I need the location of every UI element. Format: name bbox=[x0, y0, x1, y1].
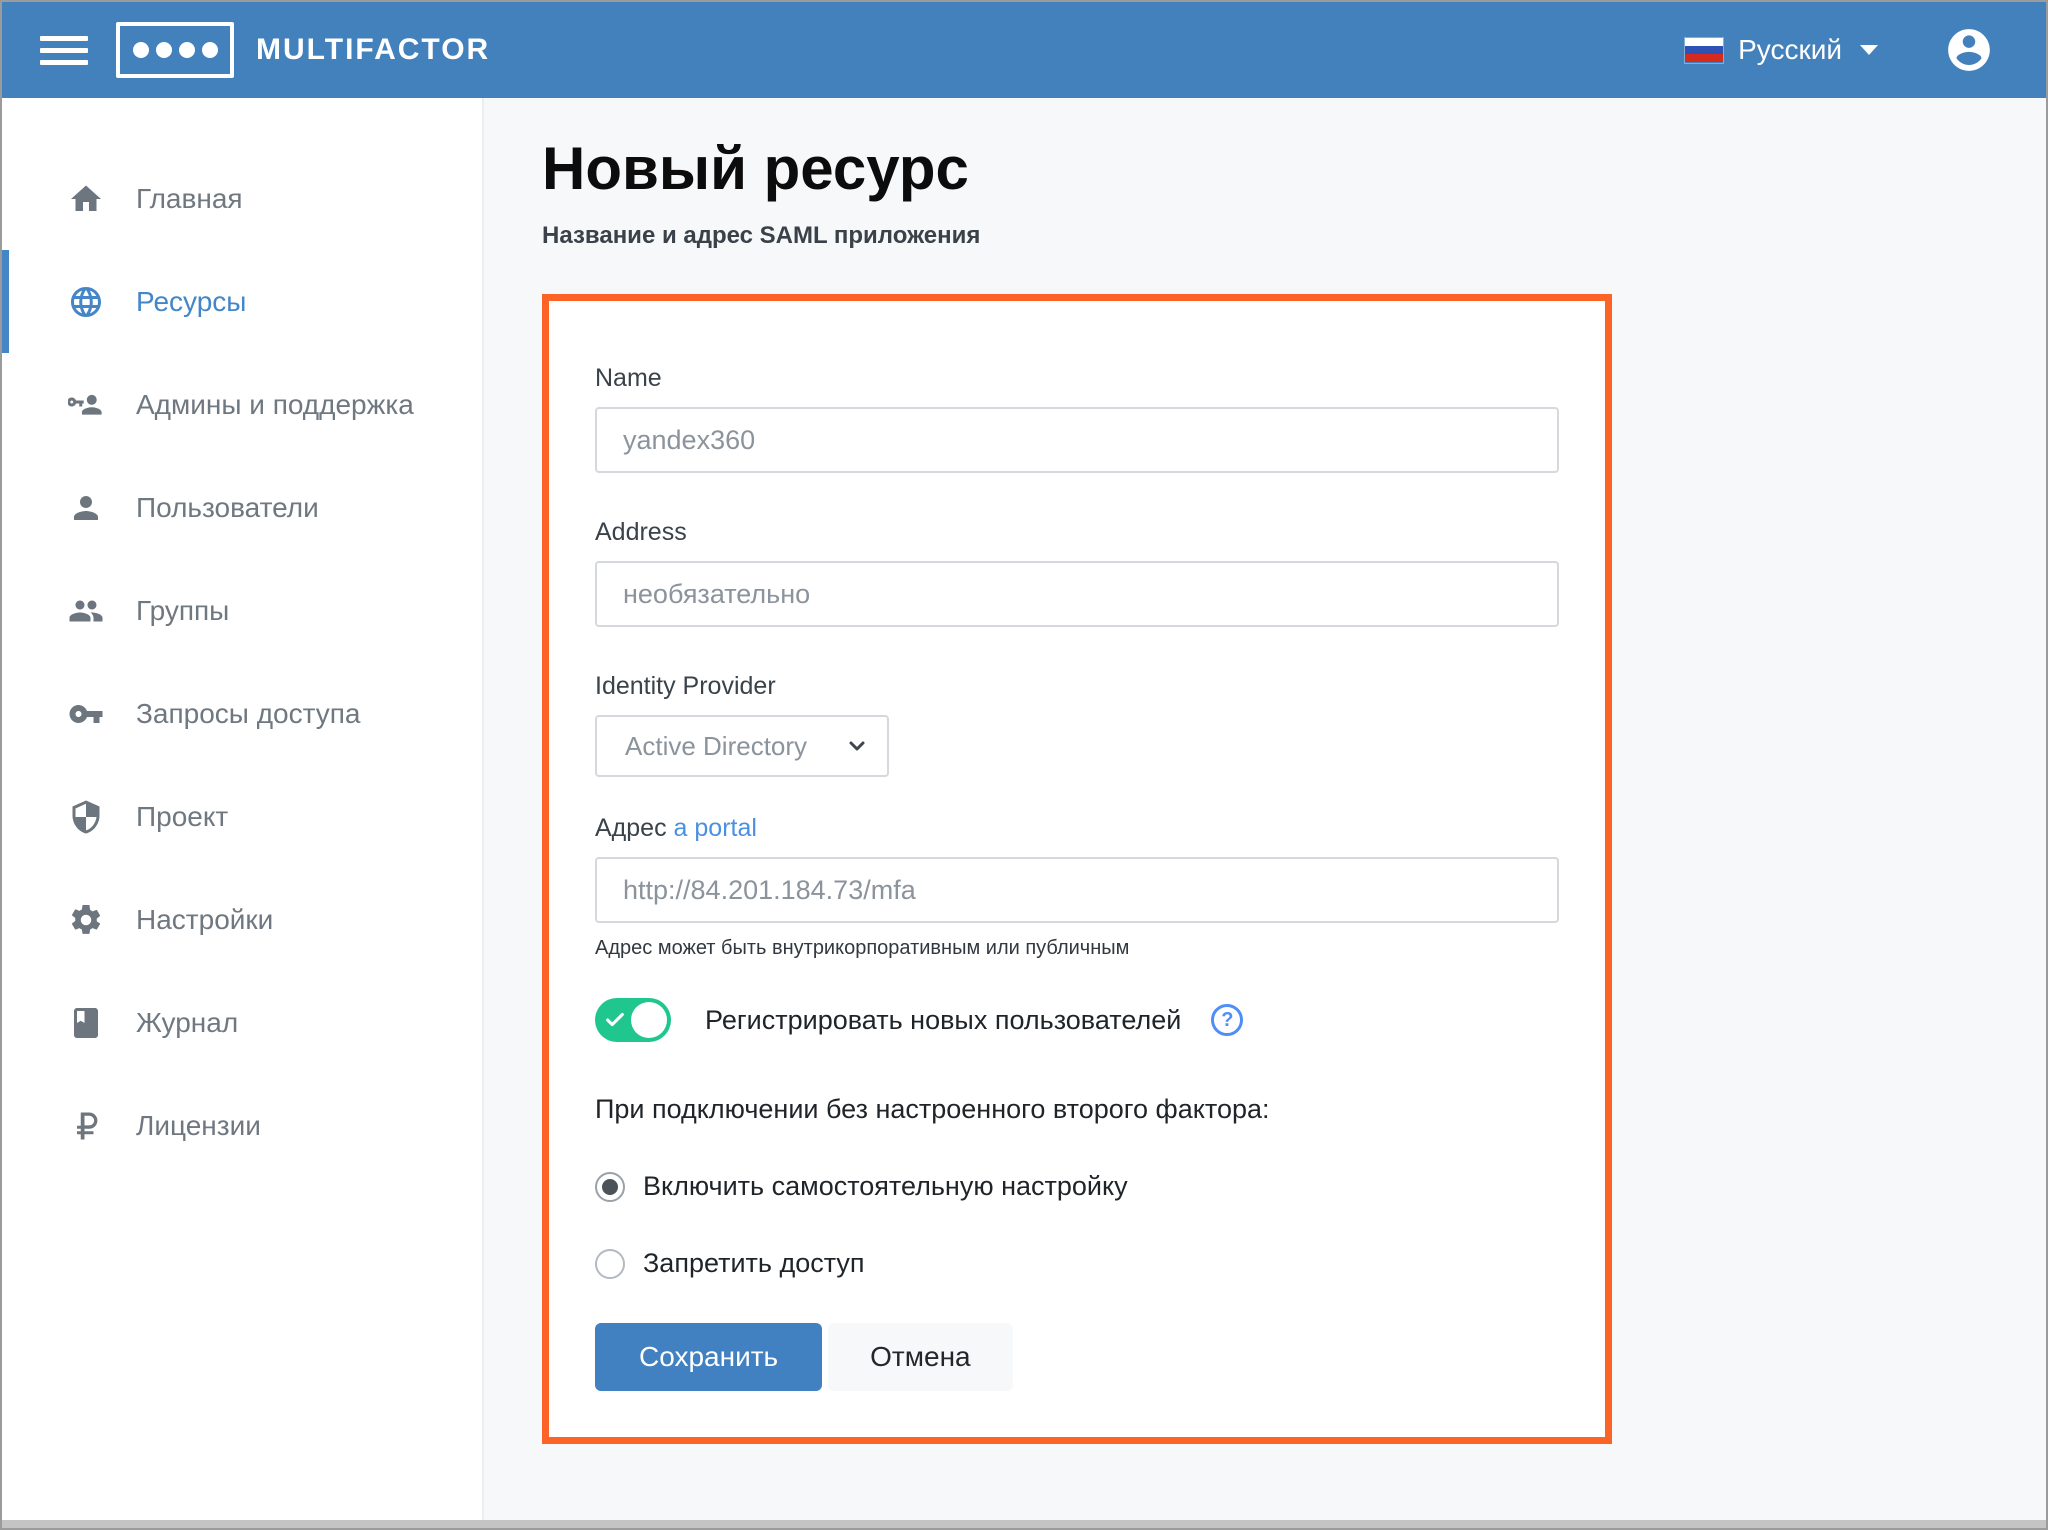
sidebar-item-groups[interactable]: Группы bbox=[2, 559, 482, 662]
sidebar-item-label: Лицензии bbox=[136, 1110, 261, 1142]
page-subtitle: Название и адрес SAML приложения bbox=[542, 222, 2046, 250]
sidebar-item-label: Настройки bbox=[136, 904, 273, 936]
register-users-toggle[interactable] bbox=[595, 998, 671, 1042]
sidebar-item-label: Ресурсы bbox=[136, 286, 246, 318]
radio-selected-icon bbox=[595, 1172, 625, 1202]
name-label: Name bbox=[595, 363, 1559, 393]
sidebar-item-resources[interactable]: Ресурсы bbox=[2, 250, 482, 353]
brand-title: MULTIFACTOR bbox=[256, 33, 490, 67]
address-label: Address bbox=[595, 517, 1559, 547]
help-icon[interactable]: ? bbox=[1211, 1004, 1243, 1036]
chevron-down-icon bbox=[845, 734, 869, 758]
sidebar-item-label: Проект bbox=[136, 801, 228, 833]
identity-provider-label: Identity Provider bbox=[595, 671, 1559, 701]
identity-provider-select[interactable]: Active Directory bbox=[595, 715, 889, 777]
journal-icon bbox=[68, 1005, 104, 1041]
sidebar-item-label: Главная bbox=[136, 183, 243, 215]
user-icon bbox=[68, 490, 104, 526]
ruble-icon bbox=[68, 1108, 104, 1144]
shield-icon bbox=[68, 799, 104, 835]
active-indicator bbox=[2, 250, 9, 353]
radio-option-deny-access[interactable]: Запретить доступ bbox=[595, 1248, 1559, 1279]
url-hint: Адрес может быть внутрикорпоративным или… bbox=[595, 937, 1559, 960]
app-window: MULTIFACTOR Русский Главная Ресур bbox=[0, 0, 2048, 1530]
sidebar-item-access-requests[interactable]: Запросы доступа bbox=[2, 662, 482, 765]
second-factor-question: При подключении без настроенного второго… bbox=[595, 1094, 1559, 1125]
url-label-prefix: Адрес bbox=[595, 814, 667, 842]
hamburger-menu-icon[interactable] bbox=[40, 36, 88, 65]
sidebar-item-label: Админы и поддержка bbox=[136, 389, 414, 421]
sidebar-item-main[interactable]: Главная bbox=[2, 147, 482, 250]
sidebar-item-label: Пользователи bbox=[136, 492, 319, 524]
radio-unselected-icon bbox=[595, 1249, 625, 1279]
sidebar-item-settings[interactable]: Настройки bbox=[2, 868, 482, 971]
address-input[interactable] bbox=[595, 561, 1559, 627]
sidebar-item-label: Журнал bbox=[136, 1007, 238, 1039]
top-bar: MULTIFACTOR Русский bbox=[2, 2, 2046, 98]
sidebar-item-project[interactable]: Проект bbox=[2, 765, 482, 868]
window-bottom-edge bbox=[2, 1520, 2046, 1528]
radio-label: Запретить доступ bbox=[643, 1248, 865, 1279]
language-label: Русский bbox=[1738, 34, 1842, 66]
register-toggle-label: Регистрировать новых пользователей bbox=[705, 1005, 1181, 1036]
sidebar-item-journal[interactable]: Журнал bbox=[2, 971, 482, 1074]
multifactor-logo-icon bbox=[116, 22, 234, 78]
account-button[interactable] bbox=[1944, 25, 1994, 75]
sidebar-item-admins[interactable]: Админы и поддержка bbox=[2, 353, 482, 456]
account-circle-icon bbox=[1944, 25, 1994, 75]
portal-link[interactable]: a portal bbox=[674, 814, 757, 842]
identity-provider-value: Active Directory bbox=[625, 731, 807, 762]
save-button[interactable]: Сохранить bbox=[595, 1323, 822, 1391]
cancel-button[interactable]: Отмена bbox=[828, 1323, 1012, 1391]
toggle-knob bbox=[631, 1002, 667, 1038]
new-resource-form: Name Address Identity Provider Active Di… bbox=[542, 294, 1612, 1444]
globe-icon bbox=[68, 284, 104, 320]
users-icon bbox=[68, 593, 104, 629]
url-input[interactable] bbox=[595, 857, 1559, 923]
russian-flag-icon bbox=[1684, 37, 1724, 64]
radio-label: Включить самостоятельную настройку bbox=[643, 1171, 1128, 1202]
register-toggle-row: Регистрировать новых пользователей ? bbox=[595, 998, 1559, 1042]
sidebar-item-users[interactable]: Пользователи bbox=[2, 456, 482, 559]
page-title: Новый ресурс bbox=[542, 132, 2046, 206]
name-input[interactable] bbox=[595, 407, 1559, 473]
admin-key-icon bbox=[68, 387, 104, 423]
main-content: Новый ресурс Название и адрес SAML прило… bbox=[484, 98, 2046, 1520]
check-icon bbox=[604, 1009, 626, 1031]
key-icon bbox=[68, 696, 104, 732]
sidebar: Главная Ресурсы Админы и поддержка Польз… bbox=[2, 98, 484, 1520]
language-selector[interactable]: Русский bbox=[1684, 34, 1878, 66]
gear-icon bbox=[68, 902, 104, 938]
chevron-down-icon bbox=[1860, 45, 1878, 55]
sidebar-item-label: Запросы доступа bbox=[136, 698, 360, 730]
sidebar-item-label: Группы bbox=[136, 595, 229, 627]
form-buttons: Сохранить Отмена bbox=[595, 1323, 1559, 1391]
radio-option-self-setup[interactable]: Включить самостоятельную настройку bbox=[595, 1171, 1559, 1202]
home-icon bbox=[68, 181, 104, 217]
sidebar-item-licenses[interactable]: Лицензии bbox=[2, 1074, 482, 1177]
url-label: Адрес a portal bbox=[595, 813, 1559, 843]
